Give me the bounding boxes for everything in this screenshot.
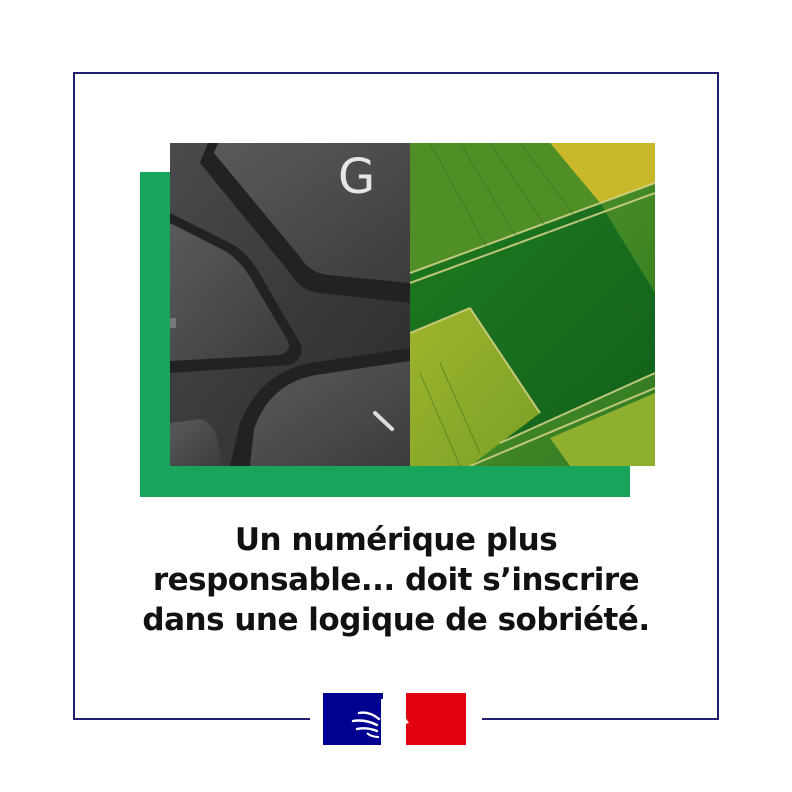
keyboard-half: G bbox=[170, 143, 410, 466]
fields-half bbox=[409, 143, 655, 466]
keyboard-letter-g: G bbox=[338, 149, 375, 205]
marianne-logo-icon bbox=[323, 693, 466, 745]
headline-line-2: responsable... doit s’inscrire bbox=[152, 562, 640, 598]
headline-line-1: Un numérique plus bbox=[234, 522, 558, 558]
split-photo: G bbox=[170, 143, 655, 466]
headline-line-3: dans une logique de sobriété. bbox=[142, 602, 650, 638]
headline: Un numérique plus responsable... doit s’… bbox=[96, 520, 696, 640]
